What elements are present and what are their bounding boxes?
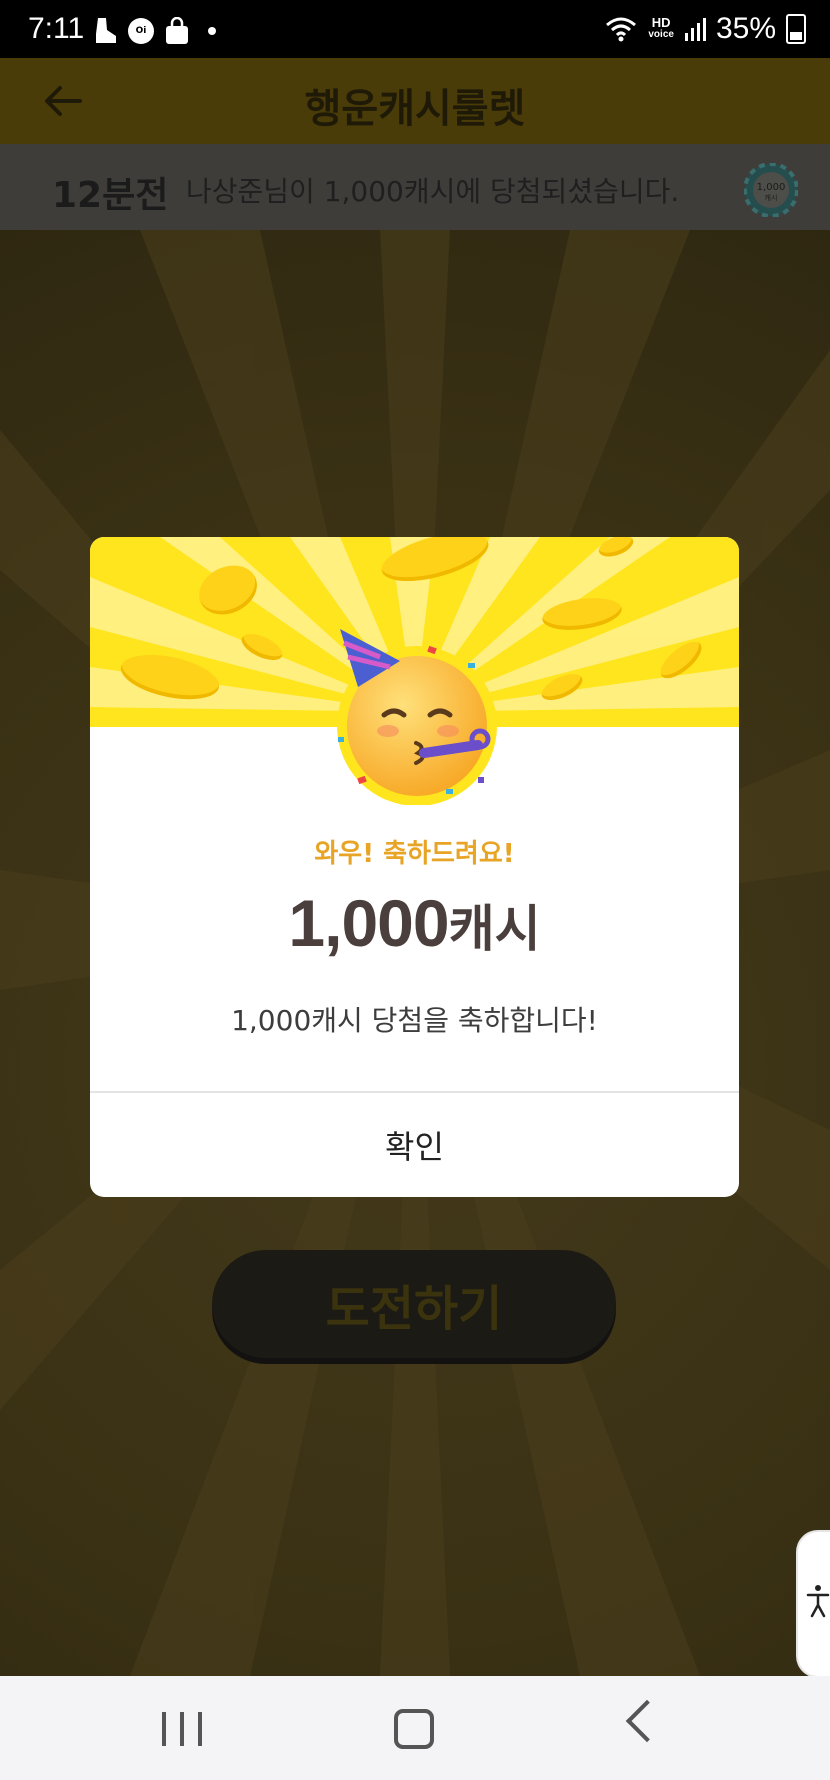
partying-face-emoji — [337, 629, 497, 805]
dot-icon — [208, 27, 216, 35]
hd-label: HD — [651, 15, 671, 30]
status-bar: 7:11 Oi HD voice 35% — [0, 0, 830, 58]
congrats-headline: 와우! 축하드려요! — [314, 839, 515, 869]
system-nav-bar — [0, 1676, 830, 1780]
confirm-button[interactable]: 확인 — [90, 1093, 739, 1197]
app-bar: 행운캐시룰렛 — [0, 58, 830, 144]
accessibility-tab[interactable] — [796, 1530, 830, 1678]
notification-icons: Oi — [92, 16, 216, 46]
prize-amount-number: 1,000 — [288, 886, 449, 960]
coin-chip-sublabel: 캐시 — [765, 194, 778, 202]
back-icon[interactable] — [625, 1699, 669, 1743]
oi-lock-icon: Oi — [128, 18, 154, 44]
home-icon[interactable] — [394, 1709, 434, 1749]
recents-icon[interactable] — [162, 1712, 202, 1746]
prize-amount-unit: 캐시 — [448, 900, 541, 958]
hd-voice-icon: HD voice — [648, 15, 674, 41]
winner-ticker: 12분전 나상준님이 1,000캐시에 당첨되셨습니다. — [0, 144, 830, 230]
wifi-icon — [606, 17, 637, 42]
coin-chip-label: 1,000 — [757, 182, 786, 193]
accessibility-icon — [806, 1585, 830, 1618]
coin-chip-icon: 1,000 캐시 — [744, 163, 798, 217]
congrats-dialog: 와우! 축하드려요! 1,000캐시 1,000캐시 당첨을 축하합니다! 확인 — [90, 537, 739, 1197]
voice-label: voice — [648, 29, 674, 40]
ticker-message: 나상준님이 1,000캐시에 당첨되셨습니다. — [186, 175, 680, 208]
shopping-bag-icon — [166, 17, 188, 44]
page-title: 행운캐시룰렛 — [304, 86, 526, 132]
boot-icon — [96, 18, 116, 43]
congrats-message: 1,000캐시 당첨을 축하합니다! — [231, 1004, 598, 1037]
battery-icon — [786, 14, 806, 44]
signal-icon — [684, 18, 706, 41]
ticker-time-ago: 12분전 — [52, 175, 169, 216]
battery-percent: 35% — [715, 12, 776, 45]
status-time: 7:11 — [28, 12, 85, 45]
challenge-button[interactable]: 도전하기 — [212, 1250, 616, 1358]
prize-amount: 1,000캐시 — [90, 885, 739, 961]
system-indicators: HD voice 35% — [604, 12, 806, 46]
challenge-button-label: 도전하기 — [325, 1281, 503, 1337]
